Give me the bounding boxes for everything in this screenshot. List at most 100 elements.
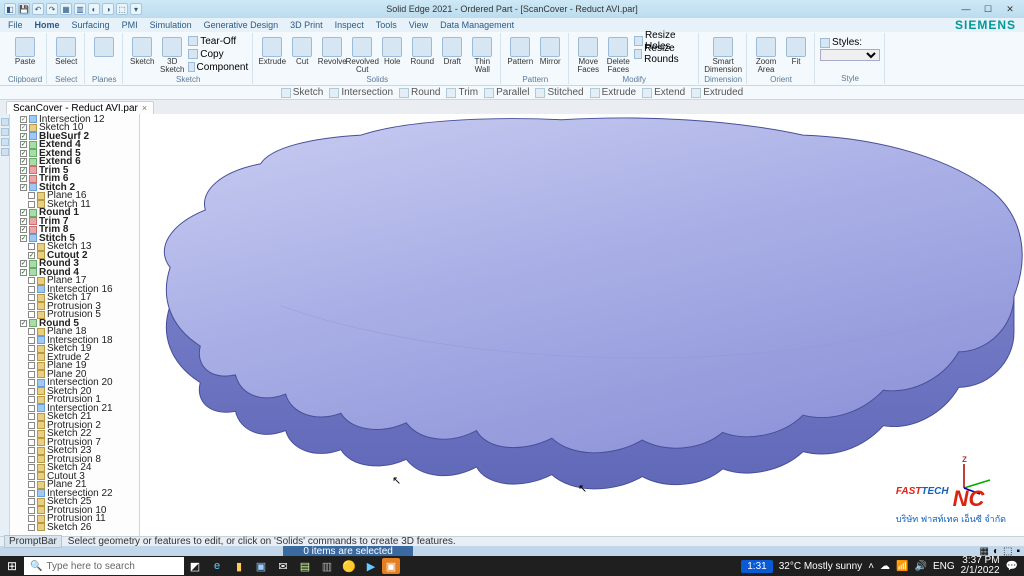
tree-checkbox[interactable]: ✓ (20, 175, 27, 182)
weather-widget[interactable]: 32°C Mostly sunny (779, 561, 862, 572)
filter-sketch-chip[interactable]: Sketch (281, 87, 324, 98)
tray-volume-icon[interactable]: 🔊 (914, 561, 926, 572)
tree-checkbox[interactable]: ✓ (20, 269, 27, 276)
filter-stitched-chip[interactable]: Stitched (535, 87, 583, 98)
tree-checkbox[interactable] (28, 345, 35, 352)
tree-checkbox[interactable] (28, 456, 35, 463)
filter-trim-chip[interactable]: Trim (446, 87, 478, 98)
qat-btn[interactable]: ▾ (130, 3, 142, 15)
tree-checkbox[interactable]: ✓ (20, 260, 27, 267)
system-tray[interactable]: 1:31 32°C Mostly sunny ˄ ☁ 📶 🔊 ENG 3:37 … (735, 556, 1024, 576)
tree-checkbox[interactable]: ✓ (20, 235, 27, 242)
ribbon-thin-wall-button[interactable]: Thin Wall (468, 35, 496, 75)
tree-checkbox[interactable]: ✓ (20, 320, 27, 327)
tree-checkbox[interactable] (28, 201, 35, 208)
ribbon-3d-sketch-button[interactable]: 3D Sketch (158, 35, 186, 75)
taskbar-app-icon[interactable]: ▣ (250, 556, 272, 576)
tree-item[interactable]: Sketch 26 (12, 523, 137, 532)
tree-checkbox[interactable]: ✓ (20, 124, 27, 131)
tree-checkbox[interactable] (28, 303, 35, 310)
ribbon-revolve-button[interactable]: Revolve (318, 35, 346, 75)
tray-chevron-icon[interactable]: ˄ (868, 561, 874, 572)
ribbon-select-button[interactable]: Select (52, 35, 80, 75)
ribbon-cut-button[interactable]: Cut (288, 35, 316, 75)
tree-checkbox[interactable]: ✓ (20, 116, 27, 123)
tab-home[interactable]: Home (35, 20, 60, 30)
ribbon-paste-button[interactable]: Paste (11, 35, 39, 75)
start-button[interactable]: ⊞ (0, 556, 24, 576)
rail-icon[interactable] (1, 148, 9, 156)
tree-checkbox[interactable] (28, 396, 35, 403)
qat-btn[interactable]: ▥ (74, 3, 86, 15)
ribbon-draft-button[interactable]: Draft (438, 35, 466, 75)
tray-icon[interactable]: ☁ (880, 561, 890, 572)
tree-checkbox[interactable]: ✓ (28, 252, 35, 259)
tree-checkbox[interactable] (28, 371, 35, 378)
qat-undo-icon[interactable]: ↶ (32, 3, 44, 15)
tree-checkbox[interactable] (28, 379, 35, 386)
notifications-icon[interactable]: 💬 (1006, 561, 1018, 572)
tab-view[interactable]: View (409, 20, 428, 30)
tray-language[interactable]: ENG (933, 561, 955, 572)
chrome-icon[interactable]: 🟡 (338, 556, 360, 576)
tab-3d-print[interactable]: 3D Print (290, 20, 323, 30)
close-tab-icon[interactable]: × (142, 103, 147, 113)
tree-checkbox[interactable] (28, 464, 35, 471)
filter-extrude-chip[interactable]: Extrude (590, 87, 636, 98)
tree-checkbox[interactable]: ✓ (20, 133, 27, 140)
rail-icon[interactable] (1, 128, 9, 136)
tree-checkbox[interactable] (28, 447, 35, 454)
ribbon-zoom-area-button[interactable]: Zoom Area (752, 35, 780, 75)
ribbon-smart-dimension-button[interactable]: Smart Dimension (709, 35, 737, 75)
ribbon-component-button[interactable]: Component (188, 61, 248, 73)
qat-btn[interactable]: ▦ (60, 3, 72, 15)
windows-taskbar[interactable]: ⊞ 🔍 Type here to search ◩ e ▮ ▣ ✉ ▤ ▥ 🟡 … (0, 556, 1024, 576)
tab-tools[interactable]: Tools (376, 20, 397, 30)
tree-checkbox[interactable] (28, 515, 35, 522)
tree-checkbox[interactable] (28, 277, 35, 284)
tree-checkbox[interactable]: ✓ (20, 209, 27, 216)
tree-checkbox[interactable] (28, 243, 35, 250)
tree-checkbox[interactable] (28, 473, 35, 480)
tree-checkbox[interactable] (28, 388, 35, 395)
filter-intersection-chip[interactable]: Intersection (329, 87, 393, 98)
taskbar-search[interactable]: 🔍 Type here to search (24, 557, 184, 575)
filter-parallel-chip[interactable]: Parallel (484, 87, 529, 98)
tree-checkbox[interactable]: ✓ (20, 158, 27, 165)
tree-checkbox[interactable] (28, 490, 35, 497)
filter-round-chip[interactable]: Round (399, 87, 440, 98)
taskbar-app-icon[interactable]: ▥ (316, 556, 338, 576)
tree-item[interactable]: ✓Trim 5 (12, 166, 137, 175)
rail-icon[interactable] (1, 118, 9, 126)
tray-date[interactable]: 2/1/2022 (961, 565, 1000, 576)
task-view-icon[interactable]: ◩ (184, 556, 206, 576)
tab-pmi[interactable]: PMI (122, 20, 138, 30)
ribbon-resize-rounds-button[interactable]: Resize Rounds (634, 48, 694, 60)
ribbon-pattern-button[interactable]: Pattern (506, 35, 534, 75)
tree-checkbox[interactable] (28, 294, 35, 301)
close-button[interactable]: ✕ (1000, 2, 1020, 16)
status-icon[interactable]: ⬚ (1003, 546, 1012, 557)
ribbon-round-button[interactable]: Round (408, 35, 436, 75)
tree-checkbox[interactable] (28, 192, 35, 199)
tree-checkbox[interactable] (28, 430, 35, 437)
tree-checkbox[interactable] (28, 328, 35, 335)
ribbon-btn-button[interactable] (90, 35, 118, 75)
tab-surfacing[interactable]: Surfacing (72, 20, 110, 30)
qat-save-icon[interactable]: 💾 (18, 3, 30, 15)
tab-simulation[interactable]: Simulation (150, 20, 192, 30)
ribbon-move-faces-button[interactable]: Move Faces (574, 35, 602, 75)
minimize-button[interactable]: — (956, 2, 976, 16)
maximize-button[interactable]: ☐ (978, 2, 998, 16)
taskbar-app-icon[interactable]: ▶ (360, 556, 382, 576)
graphics-viewport[interactable]: ↖ ↖ z FAST TECH NC บริษัท ฟาสท์เทค เอ็นซ… (140, 114, 1024, 536)
tab-data-management[interactable]: Data Management (440, 20, 514, 30)
feature-tree[interactable]: ✓Intersection 12✓Sketch 10✓BlueSurf 2✓Ex… (10, 114, 140, 536)
app-menu-icon[interactable]: ◧ (4, 3, 16, 15)
menu-file[interactable]: File (8, 20, 23, 30)
tree-checkbox[interactable] (28, 498, 35, 505)
tree-checkbox[interactable] (28, 362, 35, 369)
tree-checkbox[interactable] (28, 286, 35, 293)
taskbar-app-icon[interactable]: e (206, 556, 228, 576)
tray-network-icon[interactable]: 📶 (896, 561, 908, 572)
